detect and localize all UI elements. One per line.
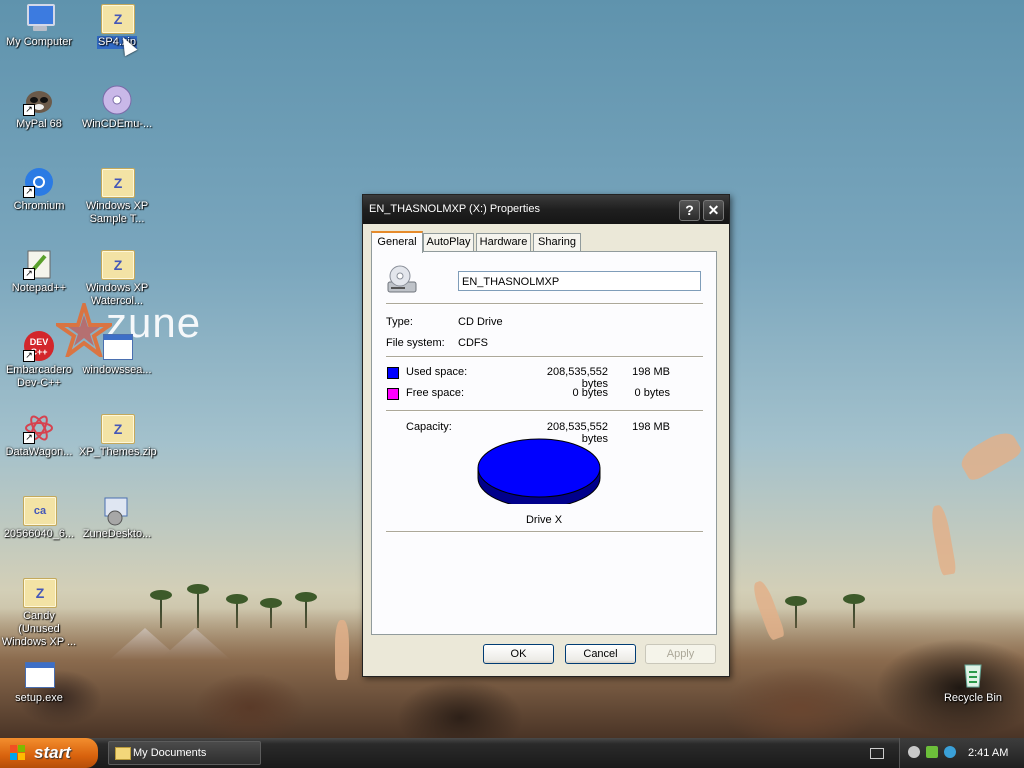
properties-dialog: EN_THASNOLMXP (X:) Properties ? ✕ Genera…: [362, 194, 730, 677]
zip-folder-icon: Z: [101, 250, 135, 280]
windows-flag-icon: [10, 745, 26, 761]
desktop-icon-candy[interactable]: Z Candy (Unused Windows XP ...: [0, 576, 78, 649]
used-space-mb: 198 MB: [632, 366, 670, 378]
help-button[interactable]: ?: [679, 200, 700, 221]
desktop-icon-recycle-bin[interactable]: Recycle Bin: [934, 658, 1012, 705]
desktop-icon-mypal[interactable]: ↗ MyPal 68: [0, 84, 78, 131]
raised-hand: [929, 504, 957, 576]
desktop-icon-wincdemu[interactable]: WinCDEmu-...: [78, 84, 156, 131]
svg-text:DEV: DEV: [30, 337, 49, 347]
zip-folder-icon: Z: [23, 578, 57, 608]
desktop-icon-20566040[interactable]: ca 20566040_6...: [0, 494, 78, 541]
desktop-icon-chromium[interactable]: ↗ Chromium: [0, 166, 78, 213]
icon-label: 20566040_6...: [3, 528, 75, 540]
window-icon: [103, 334, 133, 360]
icon-label: ZuneDeskto...: [82, 528, 152, 540]
cancel-button[interactable]: Cancel: [565, 644, 636, 664]
tab-autoplay[interactable]: AutoPlay: [423, 233, 474, 251]
tray-security-icon[interactable]: [944, 746, 956, 758]
icon-label: XP_Themes.zip: [79, 446, 157, 458]
system-tray: 2:41 AM: [899, 738, 1024, 768]
apply-button[interactable]: Apply: [645, 644, 716, 664]
icon-label: Windows XP Sample T...: [85, 200, 149, 225]
used-space-label: Used space:: [406, 366, 468, 378]
icon-label: WinCDEmu-...: [81, 118, 153, 130]
taskbar: start My Documents 2:41 AM: [0, 738, 1024, 768]
capacity-label: Capacity:: [406, 421, 452, 433]
folder-icon: [115, 747, 131, 760]
computer-icon: [27, 4, 55, 26]
close-button[interactable]: ✕: [703, 200, 724, 221]
keyboard-icon[interactable]: [870, 748, 884, 759]
tray-network-icon[interactable]: [926, 746, 938, 758]
start-button[interactable]: start: [0, 738, 98, 768]
icon-label: Chromium: [13, 200, 65, 212]
divider: [386, 303, 703, 305]
zip-folder-icon: Z: [101, 4, 135, 34]
zip-folder-icon: Z: [101, 414, 135, 444]
icon-label: Candy (Unused Windows XP ...: [1, 610, 77, 648]
desktop-icon-zunedesktop[interactable]: ZuneDeskto...: [78, 494, 156, 541]
file-system-value: CDFS: [458, 337, 488, 349]
window-icon: [25, 662, 55, 688]
dialog-titlebar[interactable]: EN_THASNOLMXP (X:) Properties ? ✕: [363, 195, 729, 224]
installer-icon: [104, 497, 128, 526]
desktop-icon-setup-exe[interactable]: setup.exe: [0, 658, 78, 705]
zip-folder-icon: Z: [101, 168, 135, 198]
type-label: Type:: [386, 316, 413, 328]
free-space-bytes: 0 bytes: [572, 387, 608, 399]
type-value: CD Drive: [458, 316, 503, 328]
icon-label: DataWagon...: [5, 446, 73, 458]
icon-label: My Computer: [5, 36, 73, 48]
icon-label: MyPal 68: [16, 118, 62, 130]
tab-hardware[interactable]: Hardware: [476, 233, 531, 251]
drive-name-input[interactable]: EN_THASNOLMXP: [458, 271, 701, 291]
recycle-bin-icon: [964, 664, 982, 688]
icon-label: Recycle Bin: [943, 692, 1003, 704]
disc-icon: [102, 85, 132, 115]
free-space-mb: 0 bytes: [634, 387, 670, 399]
divider: [386, 356, 703, 358]
cd-drive-icon: [387, 265, 417, 293]
ok-button[interactable]: OK: [483, 644, 554, 664]
icon-label: Embarcadero Dev-C++: [5, 364, 73, 389]
free-space-swatch: [387, 388, 399, 400]
clock[interactable]: 2:41 AM: [968, 738, 1008, 768]
raised-hand: [335, 620, 349, 680]
icon-label: setup.exe: [15, 692, 63, 704]
divider: [386, 531, 703, 533]
file-system-label: File system:: [386, 337, 445, 349]
general-panel: EN_THASNOLMXP Type: CD Drive File system…: [371, 251, 717, 635]
free-space-label: Free space:: [406, 387, 465, 399]
dialog-title: EN_THASNOLMXP (X:) Properties: [369, 203, 540, 215]
desktop-icon-xp-sample-themes[interactable]: Z Windows XP Sample T...: [78, 166, 156, 226]
capacity-mb: 198 MB: [632, 421, 670, 433]
desktop-icon-windowssea[interactable]: windowssea...: [78, 330, 156, 377]
start-label: start: [34, 743, 71, 762]
icon-label: Notepad++: [11, 282, 67, 294]
desktop-icon-devcpp[interactable]: DEV C++ ↗ Embarcadero Dev-C++: [0, 330, 78, 390]
icon-label: windowssea...: [82, 364, 152, 376]
cab-folder-icon: ca: [23, 496, 57, 526]
desktop-icon-xp-watercolor[interactable]: Z Windows XP Watercol...: [78, 248, 156, 308]
used-space-swatch: [387, 367, 399, 379]
tab-sharing[interactable]: Sharing: [533, 233, 581, 251]
desktop-icon-notepad-plus[interactable]: ↗ Notepad++: [0, 248, 78, 295]
disk-usage-pie: [477, 438, 601, 504]
tray-disc-icon[interactable]: [908, 746, 920, 758]
desktop-icon-xp-themes-zip[interactable]: Z XP_Themes.zip: [78, 412, 157, 459]
tab-general[interactable]: General: [371, 231, 423, 253]
pie-label: Drive X: [525, 514, 563, 526]
raised-hand: [956, 427, 1024, 483]
divider: [386, 410, 703, 412]
taskbar-item-my-documents[interactable]: My Documents: [108, 741, 261, 765]
desktop-icon-datawagon[interactable]: ↗ DataWagon...: [0, 412, 78, 459]
taskbar-item-label: My Documents: [133, 747, 207, 759]
icon-label: Windows XP Watercol...: [85, 282, 149, 307]
desktop-icon-my-computer[interactable]: My Computer: [0, 2, 78, 49]
